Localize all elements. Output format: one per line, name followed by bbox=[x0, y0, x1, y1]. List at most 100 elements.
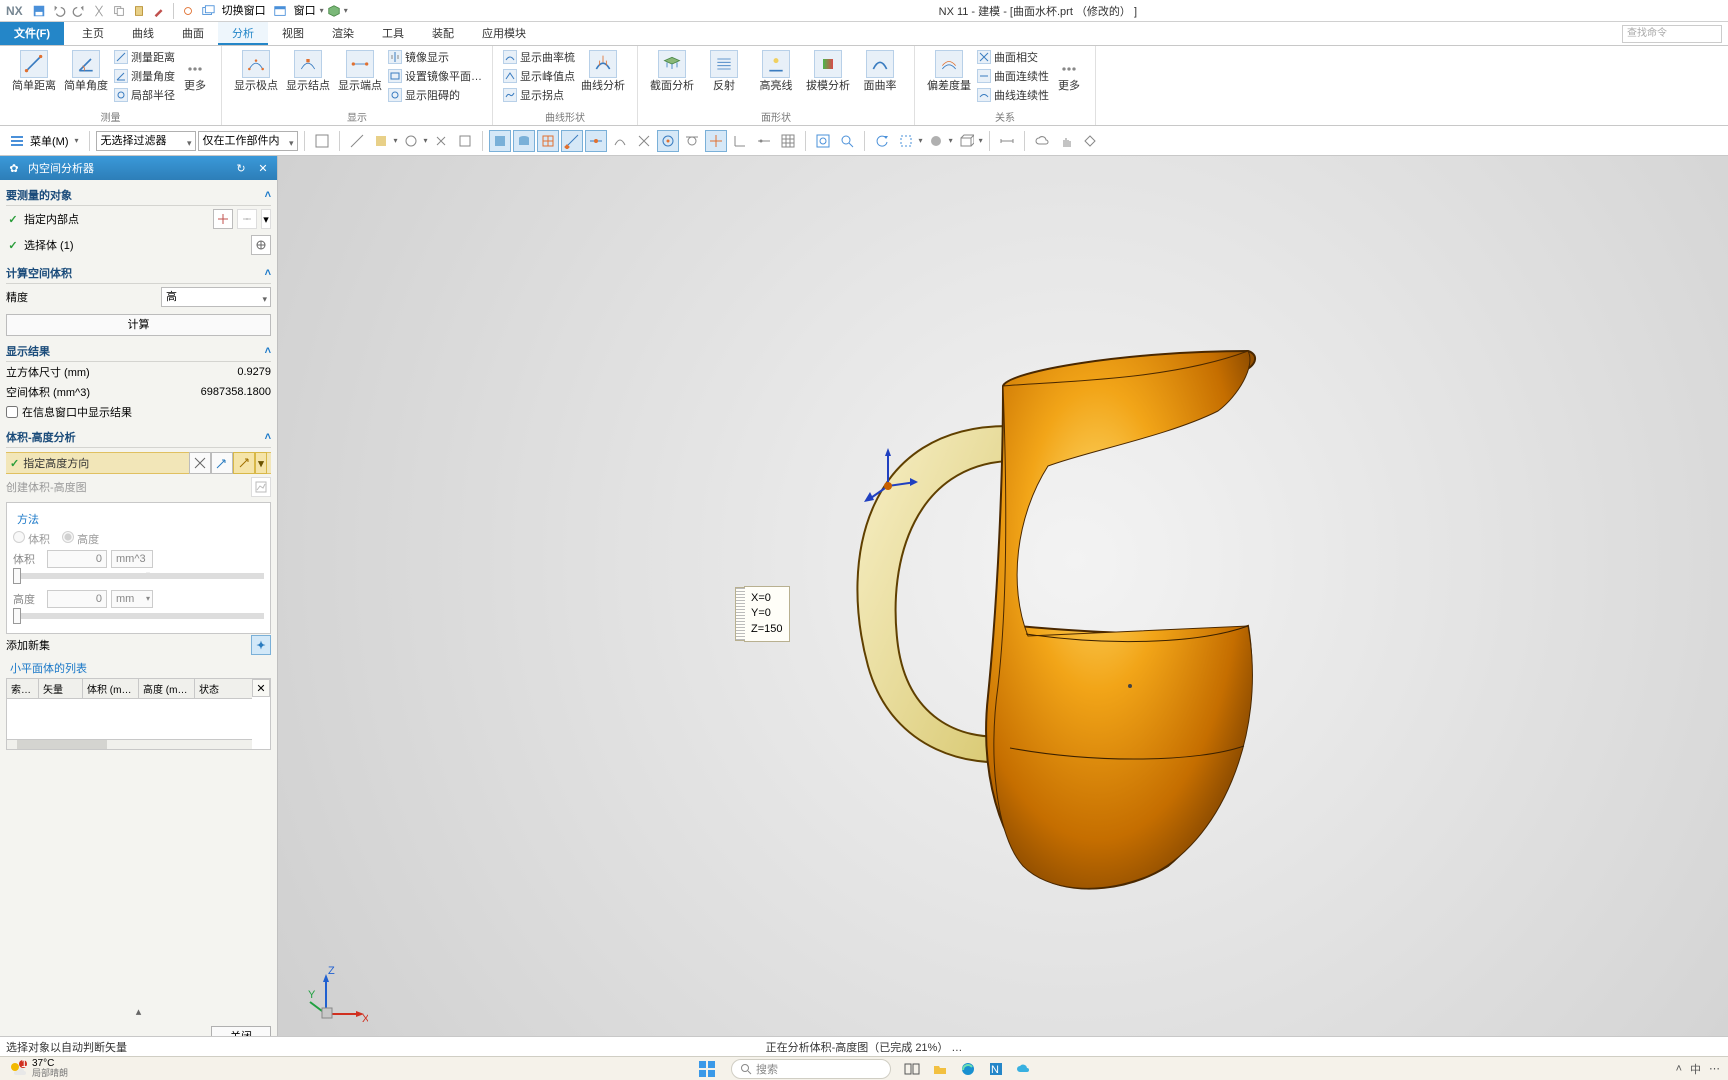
touch-icon[interactable] bbox=[179, 2, 197, 20]
show-poles-button[interactable]: 显示极点 bbox=[230, 48, 282, 94]
tab-surface[interactable]: 曲面 bbox=[168, 22, 218, 45]
show-inflection-button[interactable]: 显示拐点 bbox=[501, 86, 577, 104]
viewport[interactable]: X=0 Y=0 Z=150 Z X Y bbox=[278, 156, 1728, 1054]
highlight-lines-button[interactable]: 高亮线 bbox=[750, 48, 802, 94]
snap-cyl[interactable] bbox=[513, 130, 535, 152]
snap-mid[interactable] bbox=[585, 130, 607, 152]
view-rotate[interactable] bbox=[871, 130, 893, 152]
show-obstructed-button[interactable]: 显示阻碍的 bbox=[386, 86, 484, 104]
simple-distance-button[interactable]: 简单距离 bbox=[8, 48, 60, 94]
tb-ico-4[interactable] bbox=[400, 130, 422, 152]
cut-icon[interactable] bbox=[90, 2, 108, 20]
menu-button[interactable] bbox=[6, 130, 28, 152]
delete-row-button[interactable]: ✕ bbox=[252, 679, 270, 697]
show-endpoints-button[interactable]: 显示端点 bbox=[334, 48, 386, 94]
body-picker-icon[interactable] bbox=[251, 235, 271, 255]
curve-analysis-button[interactable]: 曲线分析 bbox=[577, 48, 629, 94]
snap-quad[interactable] bbox=[609, 130, 631, 152]
pin-cloud[interactable] bbox=[1013, 1058, 1035, 1080]
pin-edge[interactable] bbox=[957, 1058, 979, 1080]
gear-icon[interactable]: ✿ bbox=[6, 160, 22, 176]
measure-distance-button[interactable]: 测量距离 bbox=[112, 48, 177, 66]
deviation-measure-button[interactable]: 偏差度量 bbox=[923, 48, 975, 94]
curve-continuity-button[interactable]: 曲线连续性 bbox=[975, 86, 1051, 104]
tab-assembly[interactable]: 装配 bbox=[418, 22, 468, 45]
tab-tools[interactable]: 工具 bbox=[368, 22, 418, 45]
tb-dim[interactable] bbox=[996, 130, 1018, 152]
snap-cross[interactable] bbox=[705, 130, 727, 152]
volume-unit[interactable]: mm^3 bbox=[111, 550, 153, 568]
tb-ico-6[interactable] bbox=[454, 130, 476, 152]
vector-pick-icon[interactable] bbox=[211, 452, 233, 474]
tab-home[interactable]: 主页 bbox=[68, 22, 118, 45]
view-fit[interactable] bbox=[812, 130, 834, 152]
switch-window-label[interactable]: 切换窗口 bbox=[222, 0, 266, 22]
point-drop-icon[interactable]: ▾ bbox=[261, 209, 271, 229]
pin-nx[interactable]: N bbox=[985, 1058, 1007, 1080]
ime-icon[interactable]: 中 bbox=[1690, 1061, 1701, 1077]
vector-x-icon[interactable] bbox=[189, 452, 211, 474]
mirror-display-button[interactable]: 镜像显示 bbox=[386, 48, 484, 66]
weather-widget[interactable]: 1 37°C局部晴朗 bbox=[8, 1059, 68, 1079]
pin-taskview[interactable] bbox=[901, 1058, 923, 1080]
view-zoom[interactable] bbox=[836, 130, 858, 152]
surface-intersect-button[interactable]: 曲面相交 bbox=[975, 48, 1051, 66]
col-index[interactable]: 索… bbox=[7, 679, 39, 698]
redo-icon[interactable] bbox=[70, 2, 88, 20]
height-slider[interactable] bbox=[13, 613, 264, 619]
selection-filter-dropdown[interactable]: 无选择过滤器 bbox=[96, 131, 196, 151]
show-info-checkbox[interactable]: 在信息窗口中显示结果 bbox=[6, 402, 271, 422]
collapse-arrow[interactable]: ▴ bbox=[0, 1003, 277, 1020]
precision-dropdown[interactable]: 高 bbox=[161, 287, 271, 307]
show-peaks-button[interactable]: 显示峰值点 bbox=[501, 67, 577, 85]
window-icon[interactable] bbox=[271, 2, 289, 20]
point-picker-icon[interactable] bbox=[213, 209, 233, 229]
show-comb-button[interactable]: 显示曲率梳 bbox=[501, 48, 577, 66]
measure-angle-button[interactable]: 测量角度 bbox=[112, 67, 177, 85]
tb-last[interactable] bbox=[1079, 130, 1101, 152]
col-volume[interactable]: 体积 (m… bbox=[83, 679, 139, 698]
view-shade[interactable] bbox=[925, 130, 947, 152]
draft-analysis-button[interactable]: 拔模分析 bbox=[802, 48, 854, 94]
tab-render[interactable]: 渲染 bbox=[318, 22, 368, 45]
menu-label[interactable]: 菜单(M) bbox=[30, 133, 69, 149]
volume-slider[interactable] bbox=[13, 573, 264, 579]
vector-auto-icon[interactable] bbox=[233, 452, 255, 474]
view-wireframe[interactable] bbox=[955, 130, 977, 152]
col-height[interactable]: 高度 (m… bbox=[139, 679, 195, 698]
local-radius-button[interactable]: 局部半径 bbox=[112, 86, 177, 104]
paste-icon[interactable] bbox=[130, 2, 148, 20]
brush-icon[interactable] bbox=[150, 2, 168, 20]
col-status[interactable]: 状态 bbox=[195, 679, 252, 698]
relation-more-button[interactable]: 更多 bbox=[1051, 48, 1087, 94]
show-knots-button[interactable]: 显示结点 bbox=[282, 48, 334, 94]
view-style[interactable] bbox=[895, 130, 917, 152]
snap-tan[interactable] bbox=[681, 130, 703, 152]
copy-icon[interactable] bbox=[110, 2, 128, 20]
radio-height[interactable]: 高度 bbox=[62, 531, 99, 547]
section-height[interactable]: 体积-高度分析˄ bbox=[6, 426, 271, 448]
command-search[interactable]: 查找命令 bbox=[1622, 25, 1722, 43]
chevron-up-icon[interactable]: ˄ bbox=[265, 345, 271, 357]
vector-drop-icon[interactable]: ▾ bbox=[255, 452, 267, 474]
save-icon[interactable] bbox=[30, 2, 48, 20]
add-set-button[interactable]: ✦ bbox=[251, 635, 271, 655]
window-label[interactable]: 窗口 bbox=[294, 0, 316, 22]
pin-explorer[interactable] bbox=[929, 1058, 951, 1080]
tb-ico-5[interactable] bbox=[430, 130, 452, 152]
more-tray-icon[interactable]: ⋯ bbox=[1709, 1062, 1720, 1075]
start-button[interactable] bbox=[693, 1059, 721, 1079]
col-vector[interactable]: 矢量 bbox=[39, 679, 83, 698]
tb-hand[interactable] bbox=[1055, 130, 1077, 152]
snap-end[interactable] bbox=[561, 130, 583, 152]
close-icon[interactable]: ✕ bbox=[255, 160, 271, 176]
point-constructor-icon[interactable] bbox=[237, 209, 257, 229]
calculate-button[interactable]: 计算 bbox=[6, 314, 271, 336]
tb-ico-3[interactable] bbox=[370, 130, 392, 152]
scope-filter-dropdown[interactable]: 仅在工作部件内 bbox=[198, 131, 298, 151]
chevron-up-icon[interactable]: ˄ bbox=[265, 431, 271, 443]
snap-int[interactable] bbox=[633, 130, 655, 152]
snap-xyz[interactable] bbox=[777, 130, 799, 152]
tb-cloud[interactable] bbox=[1031, 130, 1053, 152]
tb-ico-2[interactable] bbox=[346, 130, 368, 152]
